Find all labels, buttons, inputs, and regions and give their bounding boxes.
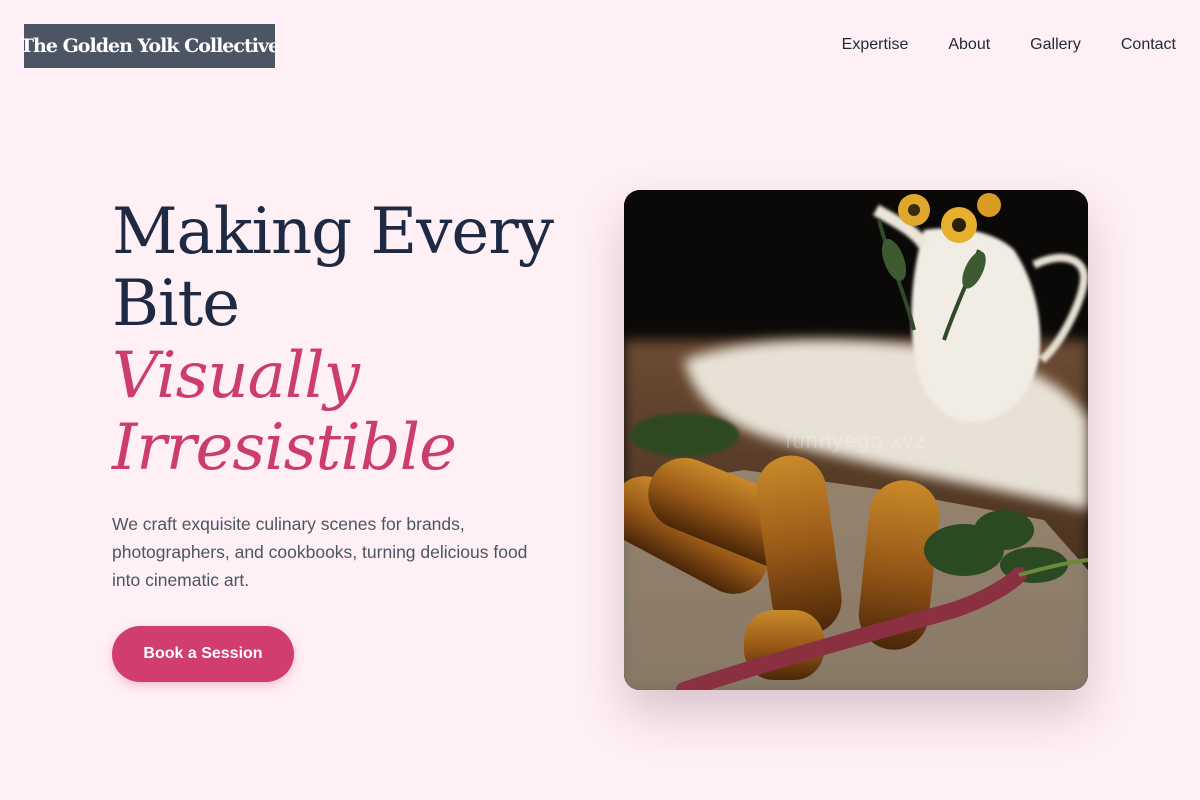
image-watermark: funnyegg.xyz [785,428,927,453]
nav-link-contact[interactable]: Contact [1121,34,1176,56]
hero-title-line-2: Bite [112,267,240,341]
nav-link-gallery[interactable]: Gallery [1030,34,1081,56]
nav-link-about[interactable]: About [948,34,990,56]
main-nav: Expertise About Gallery Contact [842,34,1176,56]
hero-image: funnyegg.xyz [624,190,1088,690]
hero-subtitle: We craft exquisite culinary scenes for b… [112,514,528,590]
book-session-button[interactable]: Book a Session [112,626,294,682]
brand-logo[interactable]: The Golden Yolk Collective [20,24,280,68]
nav-link-expertise[interactable]: Expertise [842,34,909,56]
hero-title: Making Every Bite Visually Irresistible [112,196,592,484]
hero-title-line-1: Making Every [112,195,554,269]
hero-title-accent-line-1: Visually [112,339,360,413]
hero-title-accent-line-2: Irresistible [112,411,457,485]
